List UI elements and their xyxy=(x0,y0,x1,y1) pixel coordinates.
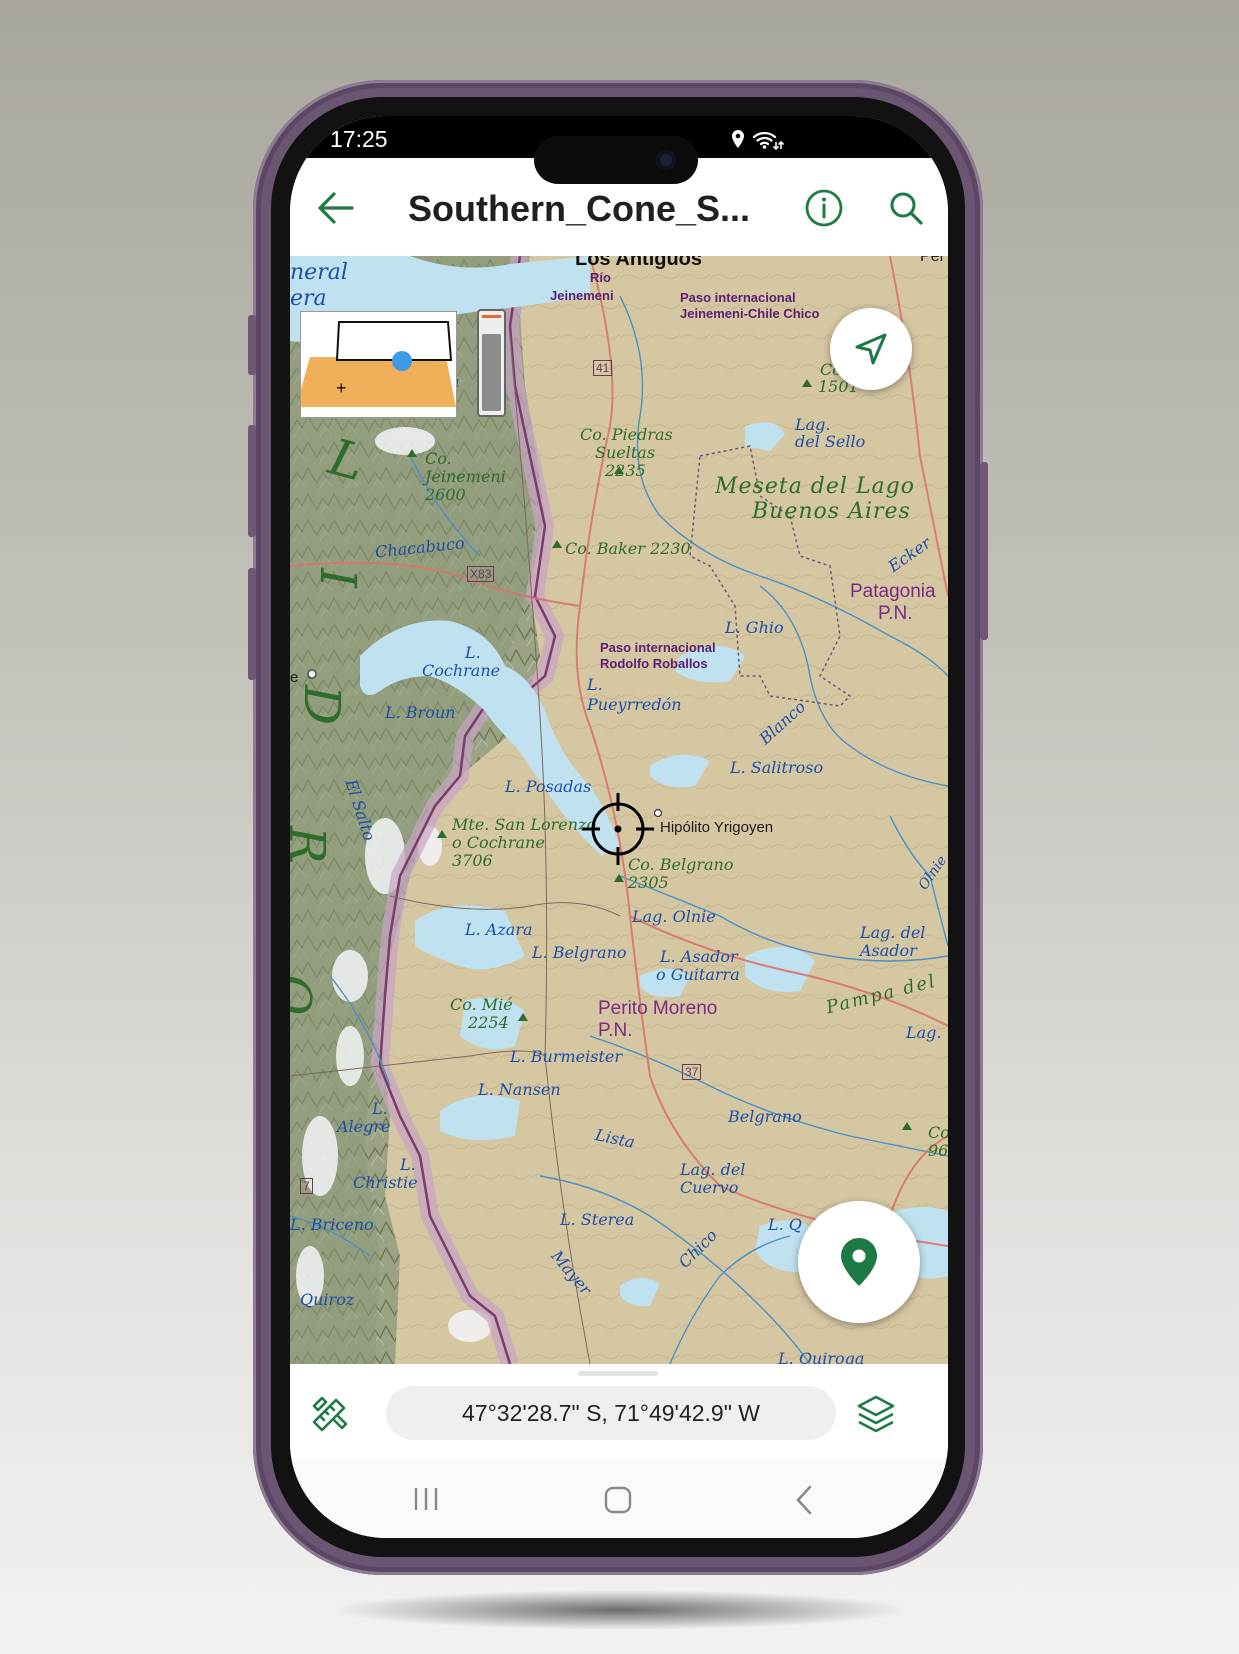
peak-icon xyxy=(437,830,447,838)
peak-icon xyxy=(407,449,417,457)
home-icon[interactable] xyxy=(600,1483,636,1517)
bottom-bar: 47°32'28.7" S, 71°49'42.9" W xyxy=(290,1364,948,1459)
map-title: Southern_Cone_S... xyxy=(408,188,751,229)
power-button xyxy=(980,462,988,640)
back-arrow-icon[interactable] xyxy=(308,180,364,236)
zoom-slider-marker xyxy=(482,315,501,318)
zoom-slider[interactable] xyxy=(477,309,506,417)
location-icon xyxy=(732,130,744,148)
peak-icon xyxy=(902,1122,912,1130)
peak-icon xyxy=(614,466,624,474)
peak-icon xyxy=(802,379,812,387)
info-icon[interactable] xyxy=(796,180,852,236)
dynamic-island xyxy=(534,136,698,184)
device-shadow xyxy=(330,1590,910,1630)
volume-down-button xyxy=(248,568,256,680)
peak-icon xyxy=(518,1013,528,1021)
phone-screen: 17:25 Southern_Cone_S... Los Antiguos ne… xyxy=(290,116,948,1538)
wifi-icon xyxy=(752,132,777,146)
ruler-pencil-icon[interactable] xyxy=(308,1392,352,1436)
search-icon[interactable] xyxy=(878,180,934,236)
system-nav-bar xyxy=(290,1459,948,1538)
coordinates-display[interactable]: 47°32'28.7" S, 71°49'42.9" W xyxy=(386,1386,836,1440)
tilt-minimap-icon[interactable]: + xyxy=(296,311,457,418)
status-icons xyxy=(732,130,785,150)
status-time: 17:25 xyxy=(330,126,388,152)
navigation-arrow-icon[interactable] xyxy=(830,308,912,390)
svg-text:+: + xyxy=(336,378,347,398)
peak-icon xyxy=(552,540,562,548)
front-camera xyxy=(656,150,676,170)
topographic-map[interactable]: Los Antiguos neral era Río Jeinemeni Pas… xyxy=(290,256,948,1364)
layers-icon[interactable] xyxy=(854,1392,898,1436)
crosshair-icon xyxy=(582,793,654,865)
drag-handle[interactable] xyxy=(578,1371,658,1376)
recent-apps-icon[interactable] xyxy=(408,1483,444,1515)
action-button xyxy=(248,315,256,375)
volume-up-button xyxy=(248,425,256,537)
zoom-slider-fill xyxy=(482,334,501,411)
back-icon[interactable] xyxy=(790,1483,820,1517)
map-pin-icon[interactable] xyxy=(798,1201,920,1323)
peak-icon xyxy=(614,874,624,882)
